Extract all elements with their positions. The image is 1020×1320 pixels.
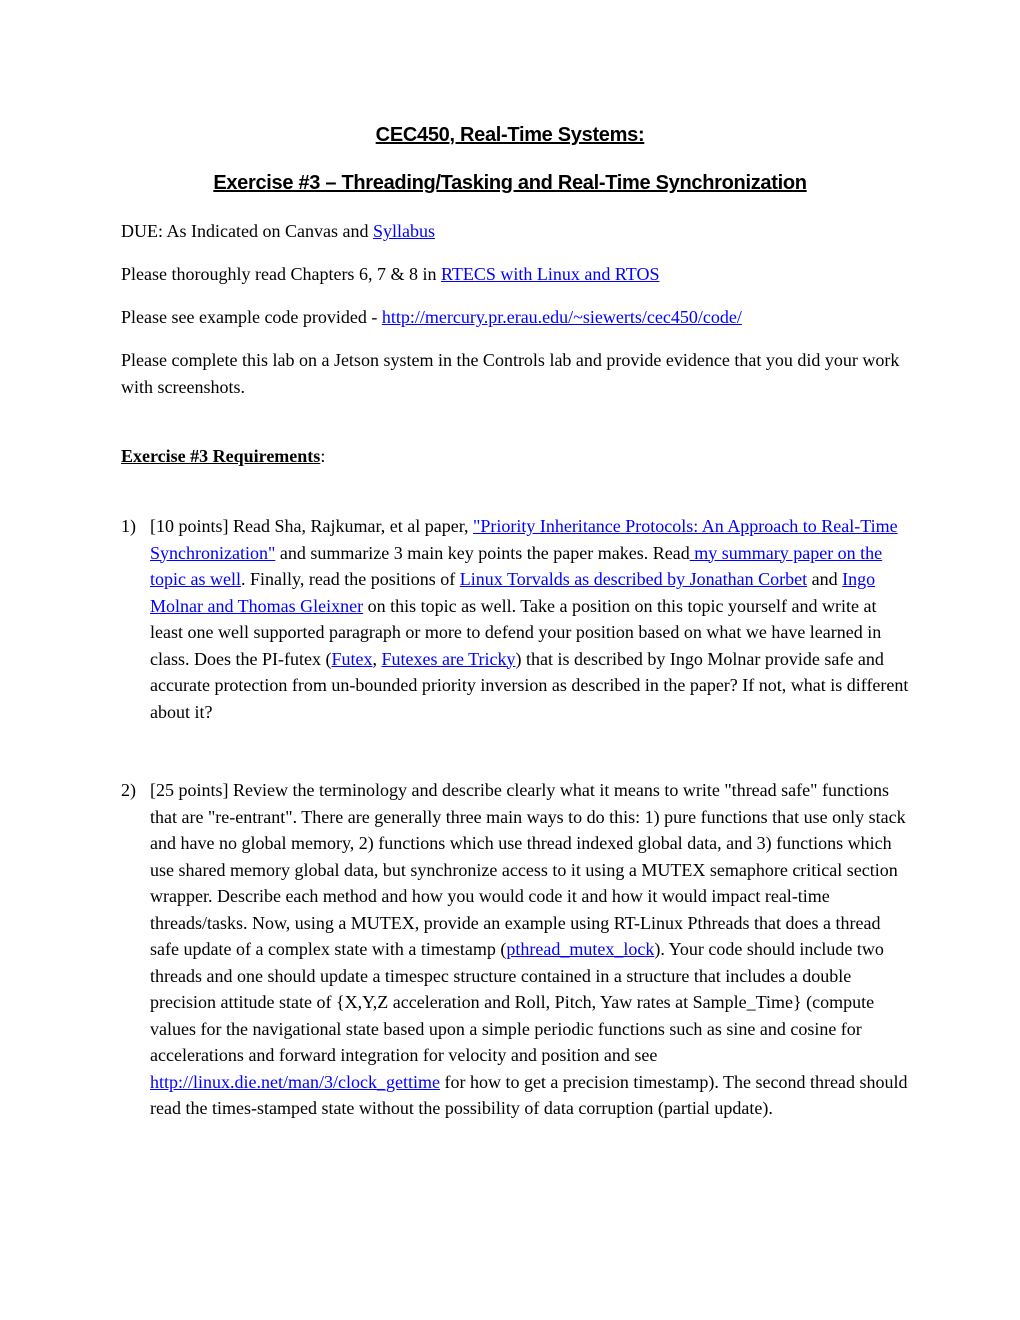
syllabus-link[interactable]: Syllabus (373, 221, 435, 241)
requirement-item-1: 1) [10 points] Read Sha, Rajkumar, et al… (121, 513, 911, 725)
item-text: [25 points] Review the terminology and d… (150, 780, 906, 959)
item-number: 2) (121, 780, 136, 800)
example-code-link[interactable]: http://mercury.pr.erau.edu/~siewerts/cec… (382, 307, 742, 327)
reading-paragraph: Please thoroughly read Chapters 6, 7 & 8… (121, 261, 911, 288)
pthread-mutex-lock-link[interactable]: pthread_mutex_lock (506, 939, 654, 959)
due-paragraph: DUE: As Indicated on Canvas and Syllabus (121, 218, 911, 245)
torvalds-corbet-link[interactable]: Linux Torvalds as described by Jonathan … (460, 569, 807, 589)
futex-link[interactable]: Futex (331, 649, 372, 669)
document-page: CEC450, Real-Time Systems: Exercise #3 –… (0, 0, 1020, 1320)
example-code-paragraph: Please see example code provided - http:… (121, 304, 911, 331)
item-body: [25 points] Review the terminology and d… (150, 777, 910, 1122)
requirements-heading: Exercise #3 Requirements: (121, 443, 911, 470)
requirement-item-2: 2) [25 points] Review the terminology an… (121, 777, 911, 1122)
requirements-heading-text: Exercise #3 Requirements (121, 446, 321, 466)
item-number: 1) (121, 516, 136, 536)
due-text: DUE: As Indicated on Canvas and (121, 221, 373, 241)
clock-gettime-link[interactable]: http://linux.die.net/man/3/clock_gettime (150, 1072, 440, 1092)
reading-text: Please thoroughly read Chapters 6, 7 & 8… (121, 264, 441, 284)
example-code-text: Please see example code provided - (121, 307, 382, 327)
document-subtitle: Exercise #3 – Threading/Tasking and Real… (213, 172, 807, 194)
futexes-are-tricky-link[interactable]: Futexes are Tricky (381, 649, 515, 669)
rtecs-book-link[interactable]: RTECS with Linux and RTOS (441, 264, 660, 284)
requirements-heading-colon: : (320, 446, 326, 466)
item-text: and summarize 3 main key points the pape… (275, 542, 690, 563)
document-title: CEC450, Real-Time Systems: (375, 124, 645, 146)
item-text: and (807, 569, 843, 589)
item-body: [10 points] Read Sha, Rajkumar, et al pa… (150, 513, 910, 725)
item-text: . Finally, read the positions of (240, 569, 460, 589)
item-text: [10 points] Read Sha, Rajkumar, et al pa… (150, 516, 473, 536)
jetson-paragraph: Please complete this lab on a Jetson sys… (121, 350, 900, 397)
